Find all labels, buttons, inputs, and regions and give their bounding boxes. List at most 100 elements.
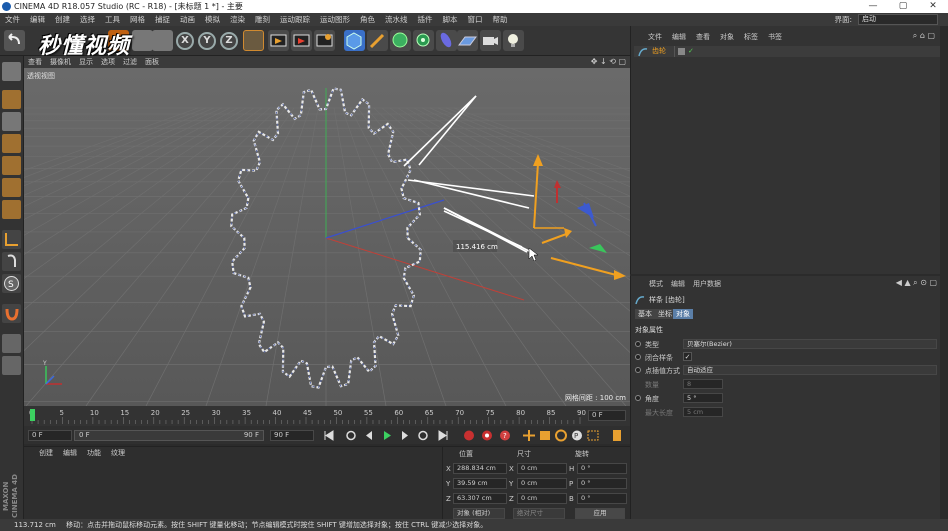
viewport-menu-display[interactable]: 显示 [75, 56, 97, 68]
autokey-icon[interactable] [480, 429, 494, 442]
menu-select[interactable]: 选择 [75, 13, 100, 26]
record-active-icon[interactable] [462, 429, 476, 442]
coordinate-mode-select[interactable]: 对象 (相对) [453, 508, 505, 519]
key-scale-icon[interactable] [538, 429, 552, 442]
points-mode-icon[interactable] [2, 156, 21, 175]
size-y-field[interactable]: 0 cm [517, 478, 567, 489]
attr-menu-mode[interactable]: 模式 [645, 278, 667, 290]
axis-mode-icon[interactable] [2, 230, 21, 249]
material-menu-edit[interactable]: 编辑 [58, 447, 82, 459]
objmgr-search-icon[interactable]: ⌕ ⌂ ▢ [913, 31, 935, 41]
prev-key-icon[interactable] [344, 429, 358, 442]
menu-render[interactable]: 渲染 [225, 13, 250, 26]
key-pla-icon[interactable] [586, 429, 600, 442]
key-position-icon[interactable] [522, 429, 536, 442]
attr-menu-edit[interactable]: 编辑 [667, 278, 689, 290]
attr-nav-icons[interactable]: ◀ ▲ ⌕ ⊙ ▢ [896, 278, 937, 288]
minimize-button[interactable]: — [858, 0, 888, 13]
deformer-icon[interactable] [436, 30, 457, 51]
interpolation-select[interactable]: 自动适应 [683, 365, 937, 375]
viewport-nav-icons[interactable]: ✥ ↓ ⟲ ▢ [591, 56, 626, 68]
attr-radio[interactable] [635, 341, 641, 347]
spline-type-select[interactable]: 贝塞尔(Bezier) [683, 339, 937, 349]
angle-field[interactable]: 5 ° [683, 393, 723, 403]
size-mode-select[interactable]: 绝对尺寸 [513, 508, 565, 519]
lock-workplane-icon[interactable] [2, 334, 21, 353]
edges-mode-icon[interactable] [2, 178, 21, 197]
close-spline-checkbox[interactable]: ✓ [683, 352, 692, 361]
enabled-check-icon[interactable]: ✓ [688, 46, 694, 57]
play-icon[interactable] [380, 429, 394, 442]
model-mode-icon[interactable] [2, 90, 21, 109]
end-frame-field[interactable]: 90 F [270, 430, 314, 441]
cube-primitive-icon[interactable] [344, 30, 365, 51]
number-field[interactable]: 8 [683, 379, 723, 389]
axis-y-lock-button[interactable]: Y [198, 32, 216, 50]
close-button[interactable]: ✕ [918, 0, 948, 13]
material-menu-texture[interactable]: 纹理 [106, 447, 130, 459]
coordinate-system-icon[interactable] [243, 30, 264, 51]
tab-coord[interactable]: 坐标 [655, 309, 675, 319]
interface-layout-select[interactable]: 启动 [858, 14, 938, 25]
layer-toggle-icon[interactable] [678, 48, 685, 55]
objmgr-menu-objects[interactable]: 对象 [715, 31, 739, 43]
viewport-menu-filter[interactable]: 过滤 [119, 56, 141, 68]
menu-create[interactable]: 创建 [50, 13, 75, 26]
goto-start-icon[interactable] [322, 429, 336, 442]
viewport-menu-options[interactable]: 选项 [97, 56, 119, 68]
rotation-h-field[interactable]: 0 ° [577, 463, 627, 474]
light-icon[interactable] [503, 30, 524, 51]
rotate-tool-icon[interactable] [152, 30, 173, 51]
attr-radio[interactable] [635, 367, 641, 373]
key-rotation-icon[interactable] [554, 429, 568, 442]
menu-window[interactable]: 窗口 [463, 13, 488, 26]
viewport-menu-cameras[interactable]: 摄像机 [46, 56, 75, 68]
perspective-viewport[interactable]: Y 115.416 cm 透视视图 网格间距 : 100 cm [24, 68, 630, 406]
render-picture-viewer-icon[interactable] [291, 30, 312, 51]
material-menu-function[interactable]: 功能 [82, 447, 106, 459]
timeline-window-icon[interactable] [610, 429, 624, 442]
maximize-button[interactable]: ▢ [888, 0, 918, 13]
attr-menu-userdata[interactable]: 用户数据 [689, 278, 725, 290]
preview-range-slider[interactable]: 0 F 90 F [74, 430, 264, 441]
menu-mograph[interactable]: 运动图形 [315, 13, 355, 26]
objmgr-menu-file[interactable]: 文件 [643, 31, 667, 43]
make-editable-icon[interactable] [2, 62, 21, 81]
render-settings-icon[interactable] [314, 30, 335, 51]
axis-z-lock-button[interactable]: Z [220, 32, 238, 50]
viewport-menu-view[interactable]: 查看 [24, 56, 46, 68]
object-name[interactable]: 齿轮 [652, 46, 666, 57]
menu-tools[interactable]: 工具 [100, 13, 125, 26]
start-frame-field[interactable]: 0 F [28, 430, 72, 441]
scale-tool-icon[interactable] [132, 30, 153, 51]
menu-pipeline[interactable]: 流水线 [380, 13, 413, 26]
menu-sculpt[interactable]: 雕刻 [250, 13, 275, 26]
undo-icon[interactable] [4, 30, 25, 51]
objmgr-menu-edit[interactable]: 编辑 [667, 31, 691, 43]
timeline-end-field[interactable]: 0 F [588, 410, 626, 421]
next-key-icon[interactable] [416, 429, 430, 442]
rotation-p-field[interactable]: 0 ° [577, 478, 627, 489]
object-row-gear[interactable]: 齿轮 ✓ [634, 46, 944, 57]
max-length-field[interactable]: 5 cm [683, 407, 723, 417]
key-param-icon[interactable]: P [570, 429, 584, 442]
size-z-field[interactable]: 0 cm [517, 493, 567, 504]
menu-script[interactable]: 脚本 [438, 13, 463, 26]
right-side-tabs[interactable] [940, 26, 948, 519]
menu-edit[interactable]: 编辑 [25, 13, 50, 26]
magnet-icon[interactable] [2, 304, 21, 323]
objmgr-menu-view[interactable]: 查看 [691, 31, 715, 43]
attr-radio[interactable] [635, 354, 641, 360]
cloner-icon[interactable] [413, 30, 434, 51]
workplane-mode-icon[interactable] [2, 134, 21, 153]
rotation-b-field[interactable]: 0 ° [577, 493, 627, 504]
viewport-menu-panel[interactable]: 面板 [141, 56, 163, 68]
menu-character[interactable]: 角色 [355, 13, 380, 26]
subdivision-surface-icon[interactable] [390, 30, 411, 51]
position-z-field[interactable]: 63.307 cm [453, 493, 507, 504]
menu-file[interactable]: 文件 [0, 13, 25, 26]
tab-basic[interactable]: 基本 [635, 309, 655, 319]
menu-help[interactable]: 帮助 [488, 13, 513, 26]
axis-x-lock-button[interactable]: X [176, 32, 194, 50]
tweak-mode-icon[interactable] [2, 252, 21, 271]
